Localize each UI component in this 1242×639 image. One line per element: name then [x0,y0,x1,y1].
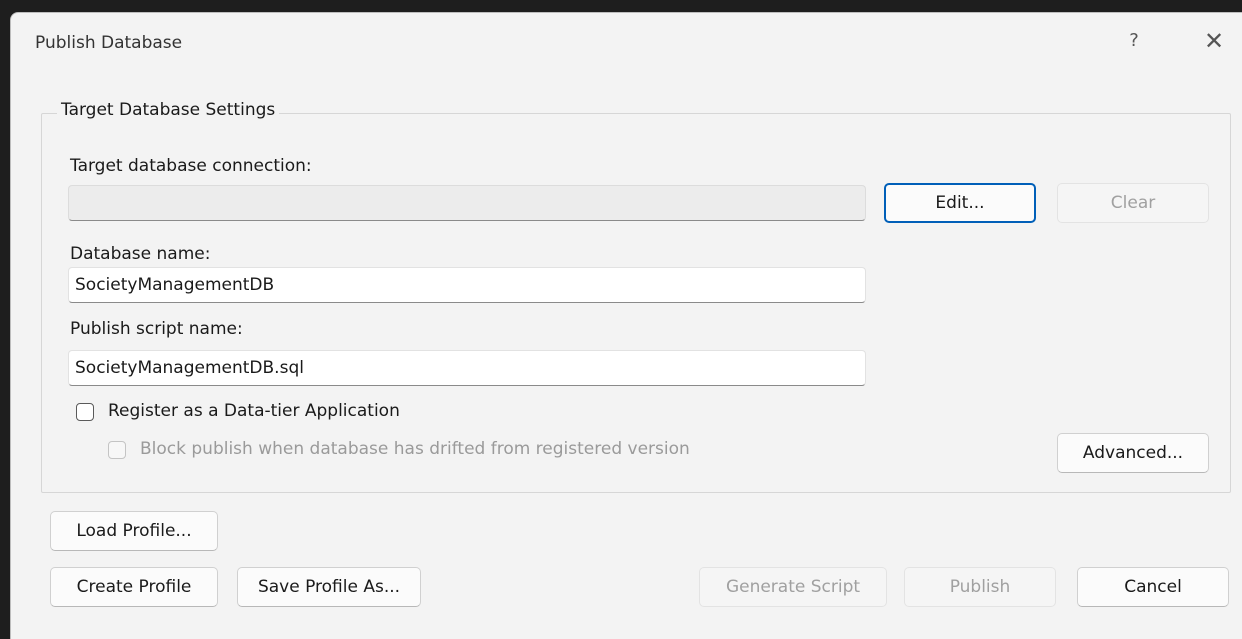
connection-field[interactable] [68,185,866,221]
group-label: Target Database Settings [57,100,280,120]
close-icon[interactable]: ✕ [1199,27,1229,55]
publish-database-dialog: Publish Database ? ✕ Target Database Set… [10,12,1242,639]
database-name-label: Database name: [70,244,211,264]
help-icon[interactable]: ? [1119,27,1149,55]
block-publish-checkbox[interactable] [108,441,126,459]
create-profile-button[interactable]: Create Profile [50,567,218,607]
script-name-input[interactable]: SocietyManagementDB.sql [68,350,866,386]
script-name-label: Publish script name: [70,319,243,339]
clear-button[interactable]: Clear [1057,183,1209,223]
generate-script-button[interactable]: Generate Script [699,567,887,607]
edit-button[interactable]: Edit... [884,183,1036,223]
dialog-title: Publish Database [35,33,183,53]
publish-button[interactable]: Publish [904,567,1056,607]
cancel-button[interactable]: Cancel [1077,567,1229,607]
register-label: Register as a Data-tier Application [108,401,400,421]
block-publish-label: Block publish when database has drifted … [140,439,690,459]
register-checkbox[interactable] [76,403,94,421]
load-profile-button[interactable]: Load Profile... [50,511,218,551]
connection-label: Target database connection: [70,156,312,176]
database-name-input[interactable]: SocietyManagementDB [68,267,866,303]
save-profile-as-button[interactable]: Save Profile As... [237,567,421,607]
advanced-button[interactable]: Advanced... [1057,433,1209,473]
